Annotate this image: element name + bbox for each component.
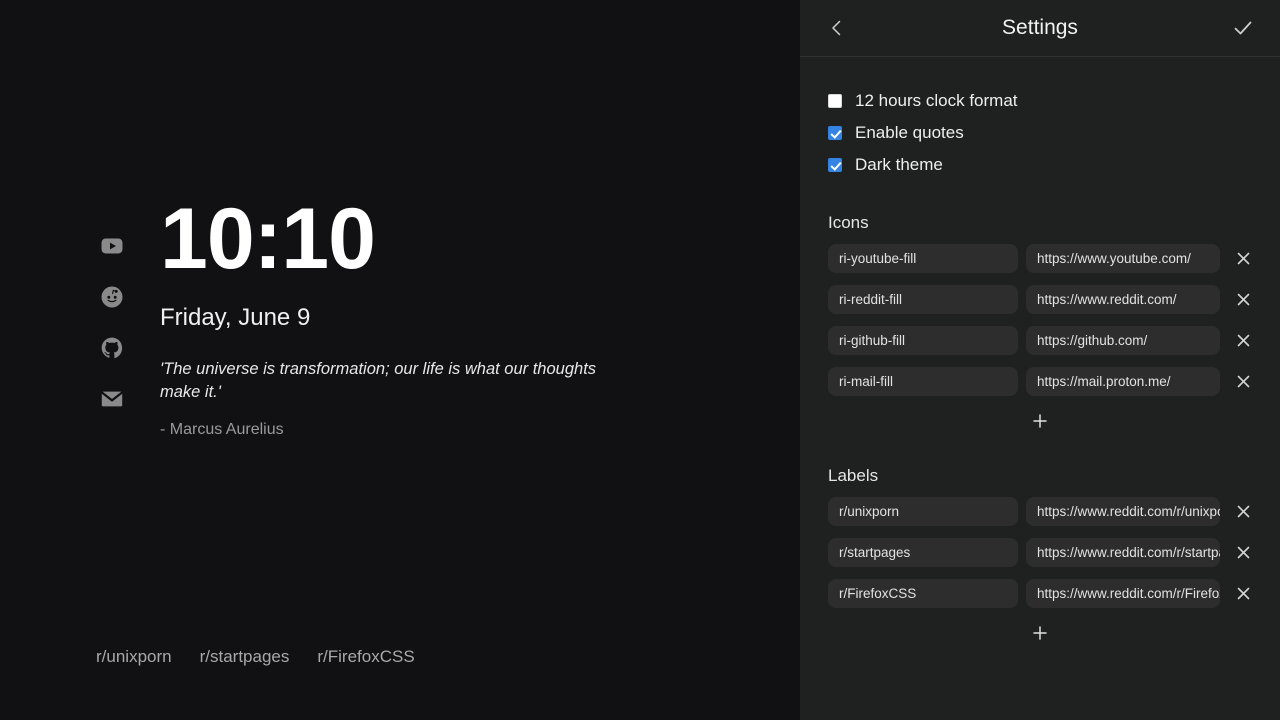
setting-row-enable-quotes[interactable]: Enable quotes [828,117,1252,149]
settings-body: 12 hours clock format Enable quotes Dark… [800,57,1280,646]
page-title: Settings [1002,16,1078,39]
plus-icon [1032,413,1048,429]
label-row: r/FirefoxCSS https://www.reddit.com/r/Fi… [828,579,1252,608]
icon-url-input[interactable]: https://www.reddit.com/ [1026,285,1220,314]
add-label-row-container [828,620,1252,646]
icon-row: ri-reddit-fill https://www.reddit.com/ [828,285,1252,314]
checkbox-clock-format[interactable] [828,94,842,108]
close-icon [1237,334,1250,347]
chevron-left-icon [827,18,847,38]
icon-name-input[interactable]: ri-youtube-fill [828,244,1018,273]
label-name-input[interactable]: r/FirefoxCSS [828,579,1018,608]
delete-label-row-button[interactable] [1234,583,1252,605]
close-icon [1237,293,1250,306]
clock-time: 10:10 [160,191,376,287]
quote-text: 'The universe is transformation; our lif… [160,360,597,402]
close-icon [1237,375,1250,388]
clock-block: 10:10 Friday, June 9 'The universe is tr… [160,196,660,439]
setting-row-clock-format[interactable]: 12 hours clock format [828,85,1252,117]
delete-label-row-button[interactable] [1234,542,1252,564]
check-icon [1231,16,1255,40]
delete-icon-row-button[interactable] [1234,289,1252,311]
label-row: r/startpages https://www.reddit.com/r/st… [828,538,1252,567]
settings-header: Settings [800,0,1280,57]
quote-author: - Marcus Aurelius [160,420,284,438]
label-row: r/unixporn https://www.reddit.com/r/unix… [828,497,1252,526]
close-icon [1237,587,1250,600]
icon-name-input[interactable]: ri-mail-fill [828,367,1018,396]
close-icon [1237,546,1250,559]
bottom-label-link[interactable]: r/FirefoxCSS [317,647,414,667]
github-icon[interactable] [98,334,126,362]
checkbox-enable-quotes[interactable] [828,126,842,140]
add-label-button[interactable] [1027,620,1053,646]
label-url-input[interactable]: https://www.reddit.com/r/unixporn/ [1026,497,1220,526]
startpage-app: 10:10 Friday, June 9 'The universe is tr… [0,0,1280,720]
label-name-input[interactable]: r/startpages [828,538,1018,567]
delete-icon-row-button[interactable] [1234,330,1252,352]
icon-name-input[interactable]: ri-github-fill [828,326,1018,355]
add-icon-button[interactable] [1027,408,1053,434]
checkbox-dark-theme[interactable] [828,158,842,172]
startpage-surface: 10:10 Friday, June 9 'The universe is tr… [0,0,800,720]
icon-row: ri-github-fill https://github.com/ [828,326,1252,355]
label-name-input[interactable]: r/unixporn [828,497,1018,526]
confirm-button[interactable] [1228,13,1258,43]
close-icon [1237,252,1250,265]
plus-icon [1032,625,1048,641]
shortcut-icon-rail [98,232,128,413]
delete-label-row-button[interactable] [1234,501,1252,523]
back-button[interactable] [822,13,852,43]
icon-url-input[interactable]: https://github.com/ [1026,326,1220,355]
mail-icon[interactable] [98,385,126,413]
icons-section-title: Icons [828,213,869,232]
bottom-label-list: r/unixporn r/startpages r/FirefoxCSS [96,647,415,667]
checkbox-label: 12 hours clock format [855,91,1018,110]
close-icon [1237,505,1250,518]
delete-icon-row-button[interactable] [1234,371,1252,393]
bottom-label-link[interactable]: r/startpages [200,647,290,667]
icon-url-input[interactable]: https://www.youtube.com/ [1026,244,1220,273]
settings-panel: Settings 12 hours clock format Enable qu… [800,0,1280,720]
icon-url-input[interactable]: https://mail.proton.me/ [1026,367,1220,396]
youtube-icon[interactable] [98,232,126,260]
icon-name-input[interactable]: ri-reddit-fill [828,285,1018,314]
delete-icon-row-button[interactable] [1234,248,1252,270]
icon-row: ri-youtube-fill https://www.youtube.com/ [828,244,1252,273]
label-url-input[interactable]: https://www.reddit.com/r/startpages/ [1026,538,1220,567]
icon-row: ri-mail-fill https://mail.proton.me/ [828,367,1252,396]
reddit-icon[interactable] [98,283,126,311]
setting-row-dark-theme[interactable]: Dark theme [828,149,1252,181]
add-icon-row-container [828,408,1252,434]
checkbox-label: Dark theme [855,155,943,174]
label-url-input[interactable]: https://www.reddit.com/r/FirefoxCSS/ [1026,579,1220,608]
bottom-label-link[interactable]: r/unixporn [96,647,172,667]
labels-section-title: Labels [828,466,879,485]
checkbox-label: Enable quotes [855,123,964,142]
clock-date: Friday, June 9 [160,304,311,331]
